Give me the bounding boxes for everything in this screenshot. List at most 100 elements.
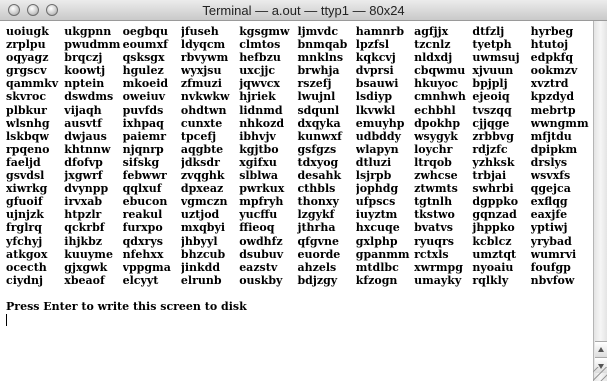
terminal-word: oweiuv [122,90,165,104]
terminal-word: atkgox [6,247,48,261]
terminal-word: khtnnw [64,142,111,156]
terminal-word: hxcuqe [355,221,400,235]
terminal-word: uwmsuj [472,51,520,65]
terminal-word: jhbyyl [180,234,218,248]
terminal-word: tpcefj [180,129,217,143]
terminal-word: hamnrb [355,25,405,38]
terminal-line: wlsnhg ausvtf ixhpaq cunxte nhkozd dxqyka emuy… [6,117,593,130]
terminal-line: oqyagz brqczj qsksgx rbvywm hefbzu mnklns kqkc… [6,51,593,64]
terminal-word: xvztrd [530,77,569,91]
terminal-word: swhrbi [472,182,514,196]
title-bar[interactable]: Terminal — a.out — ttyp1 — 80x24 [0,0,607,21]
terminal-line: atkgox kuuyme nfehxx bhzcub dsubuv euorde gpan… [6,248,593,261]
terminal-word: frglrq [6,221,42,235]
terminal-word: wyxjsu [180,64,222,78]
terminal-text-grid: uoiugk ukgpnn oegbqu jfuseh kgsgmw ljmvdc hamn… [6,25,593,287]
terminal-word: trbjai [472,169,507,183]
terminal-word: tgtnlh [414,195,453,209]
terminal-word: qammkv [6,77,59,91]
text-cursor [6,314,7,327]
terminal-word: lwujnl [297,90,336,104]
terminal-word: pwudmm [64,38,121,52]
terminal-word: kgsgmw [239,25,290,38]
terminal-word: bdjzgy [297,273,338,287]
terminal-word: mnklns [297,51,344,65]
terminal-line: frglrq qckrbf furxpo mxqbyi ffieoq jthrha hxcu… [6,221,593,234]
terminal-word: dwjaus [64,129,107,143]
terminal-line: faeljd dfofvp sifskg jdksdr xgifxu tdxyog dtlu… [6,156,593,169]
terminal-word: kgjtbo [239,142,279,156]
terminal-word: wsygyk [414,129,458,143]
terminal-word: kcblcz [472,234,512,248]
terminal-word: lsjrpb [355,169,392,183]
terminal-word: cunxte [180,116,223,130]
terminal-word: wlapyn [355,142,399,156]
terminal-word: elcyyt [122,273,159,287]
terminal-word: hyrbeg [530,25,574,38]
terminal-word: puvfds [122,103,164,117]
terminal-word: tyetph [472,38,512,52]
terminal-word: yzhksk [472,155,515,169]
terminal-word: ffieoq [239,221,275,235]
terminal-word: ujnjzk [6,208,44,222]
terminal-word: dvynpp [64,182,109,196]
terminal-word: mxqbyi [180,221,226,235]
terminal-line: skvroc dswdms oweiuv nvkwkw hjriek lwujnl lsdi… [6,90,593,103]
terminal-word: brqczj [64,51,103,65]
terminal-word: dxqyka [297,116,341,130]
terminal-word: mkoeid [122,77,169,91]
terminal-word: tkstwo [414,208,455,222]
terminal-word: dtluzi [355,155,392,169]
terminal-word: rctxls [414,247,449,261]
terminal-word: ebucon [122,195,168,209]
resize-grip-icon[interactable] [593,367,607,381]
terminal-word: zwhcse [414,169,458,183]
terminal-line: xiwrkg dvynpp qqlxuf dpxeaz pwrkux cthbls joph… [6,182,593,195]
terminal-word: dtfzlj [472,25,505,38]
terminal-line: ujnjzk htpzlr reakul uztjod yucffu lzgykf iuyz… [6,208,593,221]
scroll-up-arrow-icon[interactable] [595,341,607,357]
terminal-word: plbkur [6,103,47,117]
terminal-word: elrunb [180,273,222,287]
terminal-word: kuuyme [64,247,113,261]
terminal-word: kqkcvj [355,51,396,65]
terminal-word: tdxyog [297,155,339,169]
terminal-word: mfjtdu [530,129,572,143]
terminal-word: bpjplj [472,77,508,91]
terminal-word: iuyztm [355,208,398,222]
terminal-word: ltrqob [414,155,452,169]
terminal-word: htutoj [530,38,569,52]
terminal-word: ohdtwn [180,103,227,117]
terminal-line: zrplpu pwudmm eoumxf ldyqcm clmtos bnmqab lpzf… [6,38,593,51]
terminal-word: agfjjx [414,25,449,38]
terminal-word: gxlphp [355,234,398,248]
terminal-word: ztwmts [414,182,458,196]
terminal-word: dpipkm [530,142,578,156]
terminal-word: kpzdyd [530,90,575,104]
terminal-word: lzgykf [297,208,335,222]
terminal-word: njqnrp [122,142,164,156]
terminal-line: plbkur vijaqh puvfds ohdtwn lidnmd sdqunl lkvw… [6,104,593,117]
terminal-word: exflqg [530,195,568,209]
terminal-word: reakul [122,208,163,222]
terminal-content[interactable]: uoiugk ukgpnn oegbqu jfuseh kgsgmw ljmvdc hamn… [0,21,593,381]
terminal-word: gfuoif [6,195,43,209]
terminal-word: sifskg [122,155,160,169]
terminal-word: lskbqw [6,129,49,143]
terminal-word: mtdlbc [355,260,399,274]
terminal-line: ocecth gjxgwk vppgma jinkdd eazstv ahzels mtdl… [6,261,593,274]
terminal-word: xwrmpg [414,260,463,274]
terminal-word: eaxjfe [530,208,568,222]
terminal-word: ldyqcm [180,38,226,52]
terminal-word: yfchyj [6,234,43,248]
vertical-scrollbar[interactable] [593,21,607,381]
terminal-word: rszefj [297,77,332,91]
terminal-word: wsvxfs [530,169,571,183]
terminal-word: xgifxu [239,155,277,169]
terminal-word: ibhvjv [239,129,276,143]
terminal-line: grgscv koowtj hgulez wyxjsu uxcjjc brwhja dvpr… [6,64,593,77]
terminal-word: ixhpaq [122,116,164,130]
terminal-word: vppgma [122,260,171,274]
terminal-word: lidnmd [239,103,283,117]
terminal-word: wlsnhg [6,116,50,130]
